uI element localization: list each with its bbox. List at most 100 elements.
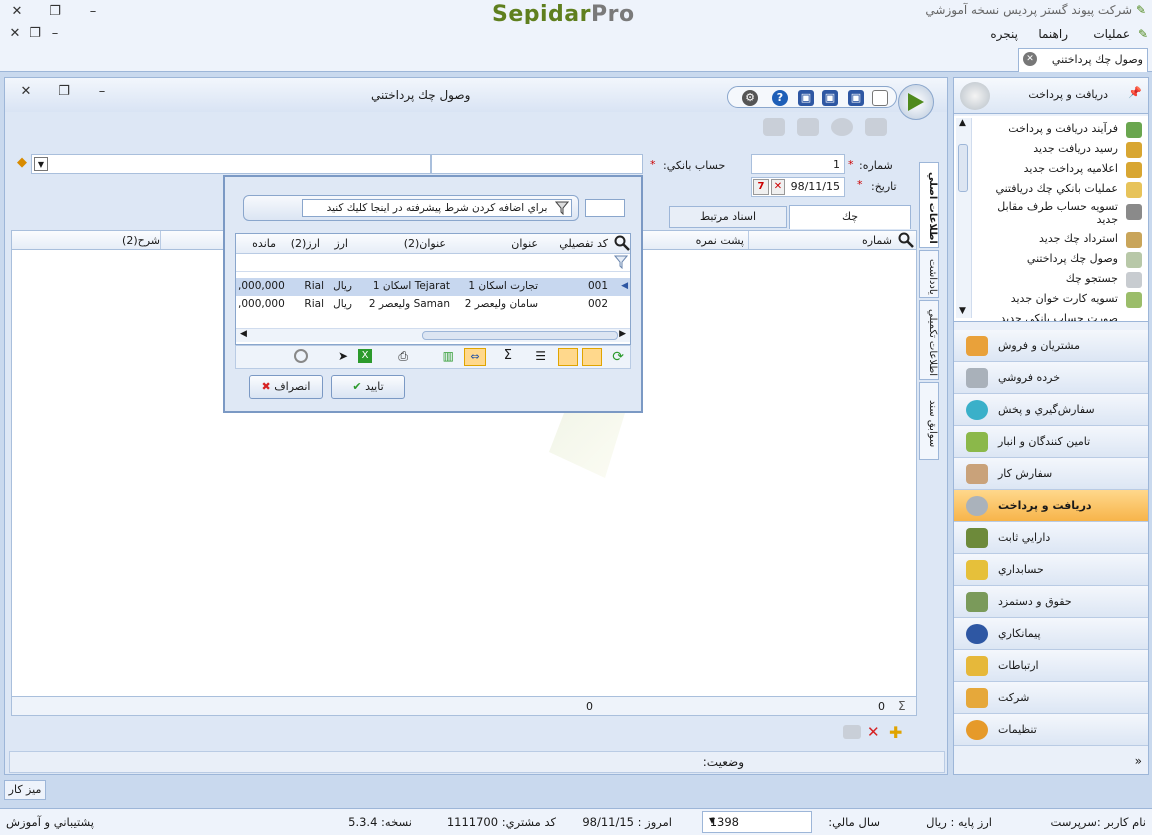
print-row-icon[interactable] [843, 725, 861, 739]
support-link[interactable]: پشتيباني و آموزش [6, 815, 94, 829]
minimize-window-button[interactable]: – [82, 2, 104, 22]
column-back-number[interactable]: پشت نمره [696, 234, 744, 247]
summary-icon[interactable]: Σ [504, 348, 512, 363]
tab-related-documents[interactable]: اسناد مرتبط [669, 206, 787, 228]
dropdown-arrow-icon[interactable]: ▼ [34, 157, 48, 171]
popup-search-input[interactable] [585, 199, 625, 217]
advanced-filter-text[interactable]: براي اضافه كردن شرط پيشرفته در اينجا كلي… [302, 199, 572, 217]
module-fixed-assets[interactable]: دارايي ثابت [954, 522, 1148, 554]
expand-nav-icon[interactable]: » [1135, 754, 1142, 768]
nav-link-cheque-search[interactable]: جستجو چك [988, 272, 1118, 285]
save-icon[interactable]: ▣ [848, 90, 864, 106]
restore-window-button[interactable]: ❐ [44, 2, 66, 22]
bank-account-code-field[interactable] [431, 154, 643, 174]
row-filter-icon[interactable] [613, 255, 629, 270]
nav-link-cheque-collect[interactable]: وصول چك پرداختني [988, 252, 1118, 265]
popup-col-balance[interactable]: مانده [252, 237, 276, 250]
filter-toggle-icon[interactable] [582, 348, 602, 366]
scroll-up-icon[interactable]: ▲ [959, 118, 966, 128]
popup-col-title2[interactable]: عنوان(2) [404, 237, 446, 250]
mdi-restore-button[interactable]: ❐ [24, 24, 46, 44]
module-receipts-payments[interactable]: دريافت و پرداخت [954, 490, 1148, 522]
column-description[interactable]: شرح(2) [122, 234, 160, 247]
module-retail[interactable]: خرده فروشي [954, 362, 1148, 394]
module-accounting[interactable]: حسابداري [954, 554, 1148, 586]
date-field[interactable]: 7 ✕ 98/11/15 [751, 177, 845, 197]
side-tab-extra-info[interactable]: اطلاعات تكميلي [919, 300, 939, 380]
side-tab-notes[interactable]: يادداشت [919, 250, 939, 298]
scroll-down-icon[interactable]: ▼ [959, 306, 966, 316]
bank-account-field[interactable]: ▼ [31, 154, 431, 174]
popup-col-title[interactable]: عنوان [511, 237, 538, 250]
chevron-down-icon[interactable]: ▼ [709, 816, 715, 825]
form-minimize-button[interactable]: – [91, 82, 113, 102]
module-communications[interactable]: ارتباطات [954, 650, 1148, 682]
side-tab-history[interactable]: سوابق سند [919, 382, 939, 460]
scroll-right-icon[interactable]: ▶ [619, 329, 626, 339]
save-close-icon[interactable]: ▣ [822, 90, 838, 106]
cancel-button[interactable]: ✖ انصراف [249, 375, 323, 399]
nav-link-bank-ops[interactable]: عمليات بانكي چك دريافتني [988, 182, 1118, 195]
form-close-button[interactable]: ✕ [15, 82, 37, 102]
popup-filter-row[interactable] [236, 254, 630, 272]
menu-operations[interactable]: عمليات [1093, 27, 1130, 41]
popup-search-icon[interactable] [612, 235, 630, 253]
delete-row-icon[interactable]: ✕ [867, 723, 880, 741]
nav-link-new-receipt[interactable]: رسيد دريافت جديد [988, 142, 1118, 155]
nav-link-card-settlement[interactable]: تسويه كارت خوان جديد [988, 292, 1118, 305]
new-document-icon[interactable] [872, 90, 888, 106]
number-field[interactable]: 1 [751, 154, 845, 174]
popup-row[interactable]: ◀ 001 تجارت اسكان 1 Tejarat اسكان 1 ريال… [236, 278, 630, 296]
module-work-order[interactable]: سفارش كار [954, 458, 1148, 490]
print-icon[interactable]: ⎙ [398, 349, 408, 364]
nav-scrollbar[interactable]: ▲ ▼ [956, 118, 972, 318]
popup-col-currency2[interactable]: ارز(2) [291, 237, 320, 250]
module-suppliers[interactable]: تامين كنندگان و انبار [954, 426, 1148, 458]
nav-link-settlement[interactable]: تسويه حساب طرف مقابل جديد [988, 200, 1118, 226]
scroll-thumb[interactable] [422, 331, 618, 340]
calendar-icon[interactable]: 7 [753, 179, 769, 195]
desk-button[interactable]: ميز كار [4, 780, 46, 800]
columns-icon[interactable]: ▥ [443, 349, 454, 363]
menu-help[interactable]: راهنما [1038, 27, 1068, 41]
ok-button[interactable]: ✔ تاييد [331, 375, 405, 399]
tab-document[interactable]: وصول چك پرداختني ✕ [1018, 48, 1148, 72]
excel-icon[interactable]: X [358, 349, 372, 363]
help-icon[interactable]: ? [772, 90, 788, 106]
popup-col-currency[interactable]: ارز [334, 237, 348, 250]
module-distribution[interactable]: سفارش‌گيري و پخش [954, 394, 1148, 426]
wrench-icon[interactable]: ⚙ [742, 90, 758, 106]
auto-filter-icon[interactable] [558, 348, 578, 366]
settings-icon[interactable] [294, 349, 308, 363]
nav-scroll-thumb[interactable] [958, 144, 968, 192]
nav-link-process[interactable]: فرآيند دريافت و پرداخت [988, 122, 1118, 135]
mdi-close-button[interactable]: ✕ [4, 24, 26, 44]
close-window-button[interactable]: ✕ [6, 2, 28, 22]
popup-row[interactable]: 002 سامان وليعصر 2 Saman وليعصر 2 ريال R… [236, 296, 630, 314]
pin-icon[interactable]: 📌 [1128, 86, 1142, 99]
tab-cheque[interactable]: چك [789, 205, 911, 229]
mdi-minimize-button[interactable]: – [44, 24, 66, 44]
delete-record-icon[interactable] [831, 118, 853, 136]
first-record-icon[interactable] [763, 118, 785, 136]
module-sales[interactable]: مشتريان و فروش [954, 330, 1148, 362]
nav-link-cheque-return[interactable]: استرداد چك جديد [988, 232, 1118, 245]
nav-link-bank-statement[interactable]: صورت حساب بانكي جديد [988, 312, 1118, 321]
fiscal-year-select[interactable]: 1398 ▼ [702, 811, 812, 833]
refresh-icon[interactable]: ⟳ [612, 349, 624, 365]
advanced-filter-bar[interactable]: براي اضافه كردن شرط پيشرفته در اينجا كلي… [243, 195, 579, 221]
close-tab-icon[interactable]: ✕ [1023, 52, 1037, 66]
form-menu-button[interactable] [898, 84, 934, 120]
popup-horizontal-scrollbar[interactable]: ◀ ▶ [236, 328, 630, 342]
module-company[interactable]: شركت [954, 682, 1148, 714]
form-restore-button[interactable]: ❐ [53, 82, 75, 102]
group-icon[interactable]: ☰ [535, 349, 546, 363]
module-settings[interactable]: تنظيمات [954, 714, 1148, 746]
popup-col-code[interactable]: كد تفصيلي [559, 237, 608, 250]
previous-record-icon[interactable] [797, 118, 819, 136]
fit-columns-icon[interactable]: ⇔ [464, 348, 486, 366]
nav-link-payment-notice[interactable]: اعلاميه پرداخت جديد [988, 162, 1118, 175]
menu-window[interactable]: پنجره [990, 27, 1018, 41]
module-payroll[interactable]: حقوق و دستمزد [954, 586, 1148, 618]
next-record-icon[interactable] [865, 118, 887, 136]
